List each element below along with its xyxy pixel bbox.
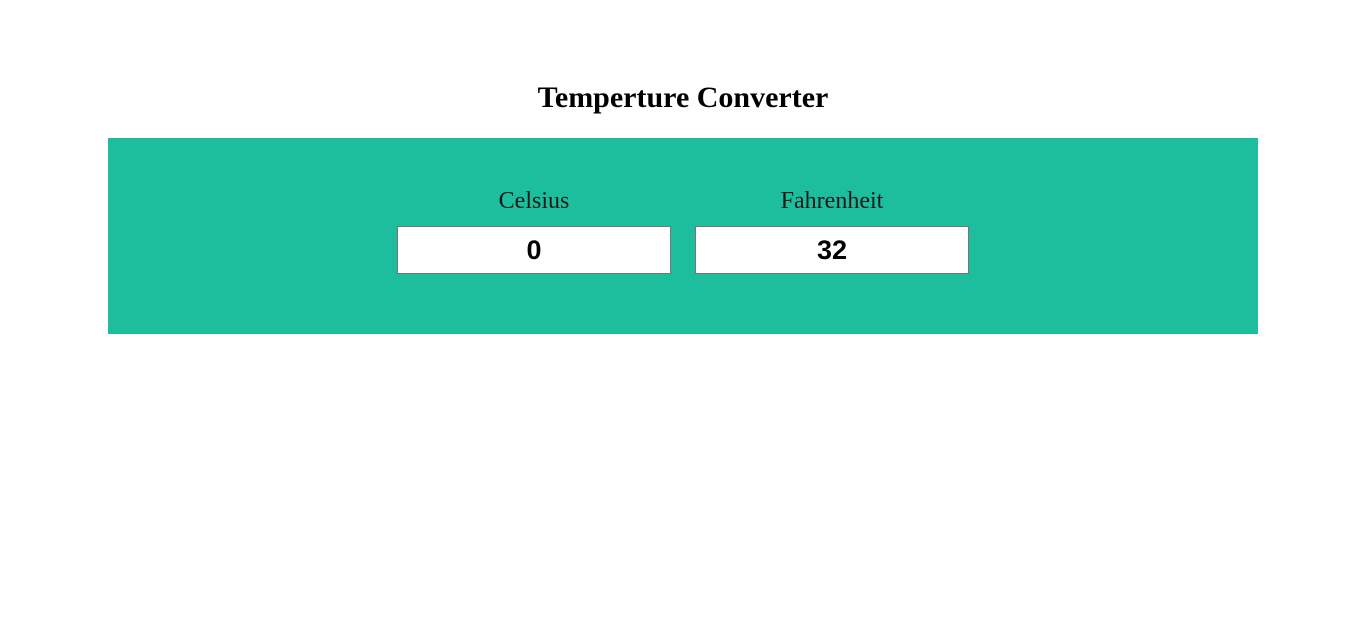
converter-panel: Celsius Fahrenheit: [108, 138, 1258, 334]
page: Temperture Converter Celsius Fahrenheit: [0, 0, 1366, 625]
page-title: Temperture Converter: [537, 81, 829, 114]
celsius-input[interactable]: [397, 226, 671, 274]
celsius-field: Celsius: [397, 186, 671, 274]
celsius-label: Celsius: [498, 188, 570, 214]
fahrenheit-label: Fahrenheit: [780, 188, 884, 214]
fahrenheit-input[interactable]: [695, 226, 969, 274]
fahrenheit-field: Fahrenheit: [695, 186, 969, 274]
